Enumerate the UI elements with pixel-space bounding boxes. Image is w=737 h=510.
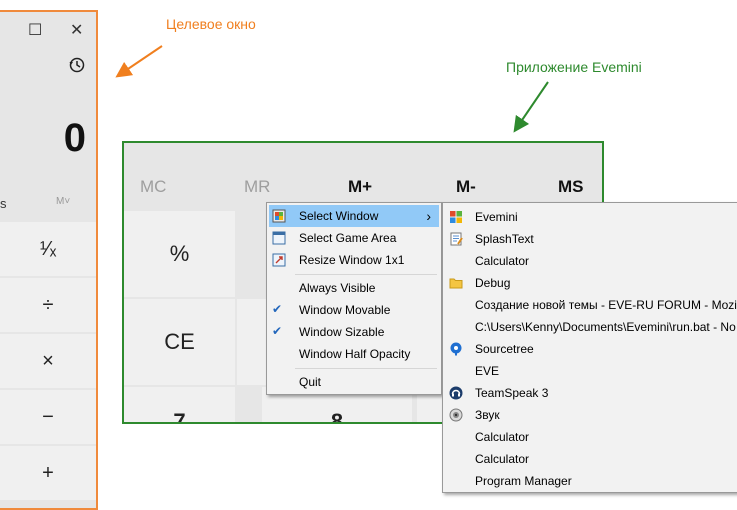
window-item-label: Calculator bbox=[475, 452, 530, 466]
arrow-to-app bbox=[513, 81, 549, 133]
menu-item-window-sizable[interactable]: ✔ Window Sizable bbox=[269, 321, 439, 343]
window-item-debug[interactable]: Debug bbox=[445, 272, 737, 294]
window-item-sound[interactable]: Звук bbox=[445, 404, 737, 426]
memory-add-button[interactable]: M+ bbox=[348, 177, 372, 197]
folder-icon bbox=[449, 276, 463, 290]
window-item-calculator[interactable]: Calculator bbox=[445, 250, 737, 272]
window-item-calculator[interactable]: Calculator bbox=[445, 448, 737, 470]
seven-key[interactable]: 7 bbox=[124, 387, 235, 422]
menu-label: Window Half Opacity bbox=[299, 347, 411, 361]
window-item-label: SplashText bbox=[475, 232, 534, 246]
evemini-context-menu: Select Window › Select Game Area Resize … bbox=[266, 202, 442, 395]
menu-separator bbox=[295, 368, 437, 369]
menu-item-select-game-area[interactable]: Select Game Area bbox=[269, 227, 439, 249]
arrow-to-target bbox=[115, 45, 163, 78]
menu-label: Quit bbox=[299, 375, 322, 389]
window-item-label: TeamSpeak 3 bbox=[475, 386, 549, 400]
teamspeak-icon bbox=[449, 386, 463, 400]
windows-tile-icon bbox=[272, 209, 286, 223]
window-frame-icon bbox=[272, 231, 286, 245]
menu-separator bbox=[295, 274, 437, 275]
menu-label: Window Movable bbox=[299, 303, 391, 317]
window-item-program-manager[interactable]: Program Manager bbox=[445, 470, 737, 492]
speaker-icon bbox=[449, 408, 463, 422]
windows-logo-icon bbox=[449, 210, 463, 224]
window-item-teamspeak[interactable]: TeamSpeak 3 bbox=[445, 382, 737, 404]
menu-item-quit[interactable]: Quit bbox=[269, 371, 439, 393]
memory-store-button[interactable]: MS bbox=[558, 177, 584, 197]
window-item-label: Program Manager bbox=[475, 474, 572, 488]
menu-item-half-opacity[interactable]: Window Half Opacity bbox=[269, 343, 439, 365]
window-item-label: Evemini bbox=[475, 210, 518, 224]
checkmark-icon: ✔ bbox=[272, 324, 283, 338]
menu-label: Window Sizable bbox=[299, 325, 385, 339]
window-item-calculator[interactable]: Calculator bbox=[445, 426, 737, 448]
window-list-submenu: Evemini SplashText Calculator Debug Созд… bbox=[442, 202, 737, 493]
window-item-firefox-forum[interactable]: Создание новой темы - EVE-RU FORUM - Moz… bbox=[445, 294, 737, 316]
checkmark-icon: ✔ bbox=[272, 302, 283, 316]
window-item-label: Calculator bbox=[475, 430, 530, 444]
window-item-sourcetree[interactable]: Sourcetree bbox=[445, 338, 737, 360]
window-item-label: Создание новой темы - EVE-RU FORUM - Moz… bbox=[475, 298, 737, 312]
notepad-icon bbox=[449, 232, 463, 246]
menu-item-resize-window[interactable]: Resize Window 1x1 bbox=[269, 249, 439, 271]
window-item-label: Debug bbox=[475, 276, 511, 290]
window-item-label: Sourcetree bbox=[475, 342, 534, 356]
menu-label: Select Game Area bbox=[299, 231, 397, 245]
window-item-splashtext[interactable]: SplashText bbox=[445, 228, 737, 250]
menu-label: Select Window bbox=[299, 209, 379, 223]
menu-item-select-window[interactable]: Select Window › bbox=[269, 205, 439, 227]
window-item-eve[interactable]: EVE bbox=[445, 360, 737, 382]
window-item-evemini[interactable]: Evemini bbox=[445, 206, 737, 228]
sourcetree-icon bbox=[449, 342, 463, 356]
window-item-label: Calculator bbox=[475, 254, 530, 268]
window-item-label: EVE bbox=[475, 364, 500, 378]
menu-item-window-movable[interactable]: ✔ Window Movable bbox=[269, 299, 439, 321]
memory-clear-button[interactable]: MC bbox=[140, 177, 166, 197]
window-item-label: C:\Users\Kenny\Documents\Evemini\run.bat… bbox=[475, 320, 736, 334]
menu-item-always-visible[interactable]: Always Visible bbox=[269, 277, 439, 299]
resize-icon bbox=[272, 253, 286, 267]
menu-label: Resize Window 1x1 bbox=[299, 253, 405, 267]
menu-label: Always Visible bbox=[299, 281, 376, 295]
memory-subtract-button[interactable]: M- bbox=[456, 177, 476, 197]
memory-recall-button[interactable]: MR bbox=[244, 177, 270, 197]
window-item-label: Звук bbox=[475, 408, 500, 422]
submenu-arrow-icon: › bbox=[426, 208, 431, 224]
window-item-run-bat[interactable]: C:\Users\Kenny\Documents\Evemini\run.bat… bbox=[445, 316, 737, 338]
clear-entry-key[interactable]: CE bbox=[124, 299, 235, 385]
percent-key[interactable]: % bbox=[124, 211, 235, 297]
